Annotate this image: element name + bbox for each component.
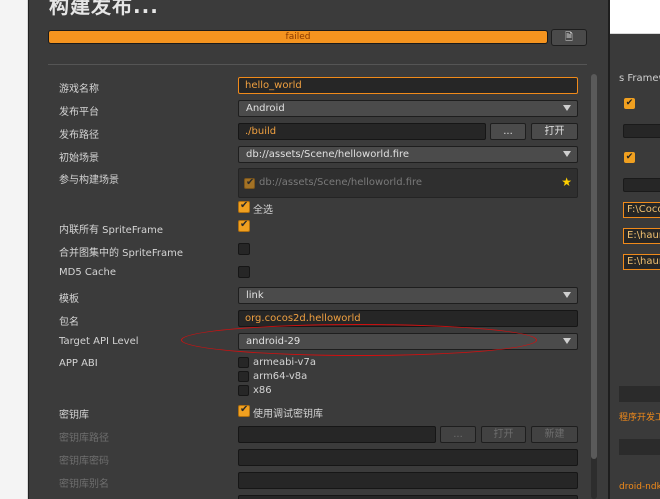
- game-name-input[interactable]: hello_world: [238, 77, 578, 94]
- divider: [48, 64, 587, 65]
- background-field-2[interactable]: [623, 178, 660, 192]
- start-scene-value: db://assets/Scene/helloworld.fire: [246, 149, 410, 160]
- chevron-down-icon: [563, 338, 571, 344]
- document-icon: 🗎: [564, 32, 574, 43]
- keystore-path-input[interactable]: [238, 426, 436, 443]
- chevron-down-icon: [563, 292, 571, 298]
- background-path-2[interactable]: E:\haur: [623, 228, 660, 244]
- keystore-new-button[interactable]: 新建: [531, 426, 578, 443]
- md5-cache-label: MD5 Cache: [59, 267, 116, 278]
- target-api-label: Target API Level: [59, 336, 139, 347]
- abi-x86-label: x86: [253, 385, 272, 396]
- merge-spriteframes-checkbox[interactable]: [238, 243, 250, 255]
- build-progress-bar: failed: [48, 30, 548, 44]
- package-name-label: 包名: [59, 317, 79, 328]
- abi-armeabi-v7a-label: armeabi-v7a: [253, 357, 316, 368]
- scene-item: db://assets/Scene/helloworld.fire: [259, 177, 423, 188]
- build-path-label: 发布路径: [59, 130, 99, 141]
- keystore-password-label: 密钥库密码: [59, 456, 109, 467]
- build-path-input[interactable]: ./build: [238, 123, 486, 140]
- platform-value: Android: [246, 103, 285, 114]
- annotation-ellipse: [181, 324, 537, 356]
- included-scenes-label: 参与构建场景: [59, 175, 119, 186]
- keystore-open-button[interactable]: 打开: [481, 426, 526, 443]
- abi-arm64-v8a-checkbox[interactable]: [238, 371, 249, 382]
- select-all-label: 全选: [253, 205, 273, 216]
- inline-spriteframes-label: 内联所有 SpriteFrame: [59, 225, 163, 236]
- background-ndk-text: droid-ndk-r10: [619, 482, 660, 492]
- abi-armeabi-v7a-checkbox[interactable]: [238, 357, 249, 368]
- keystore-alias-label: 密钥库别名: [59, 479, 109, 490]
- chevron-down-icon: [563, 151, 571, 157]
- open-path-button[interactable]: 打开: [531, 123, 578, 140]
- background-path-1[interactable]: F:\Coco: [623, 202, 660, 218]
- scene-list: db://assets/Scene/helloworld.fire ★: [238, 168, 578, 198]
- abi-x86-checkbox[interactable]: [238, 385, 249, 396]
- background-row-1: [619, 386, 660, 402]
- keystore-label: 密钥库: [59, 410, 89, 421]
- game-name-label: 游戏名称: [59, 84, 99, 95]
- template-select[interactable]: link: [238, 287, 578, 304]
- start-scene-select[interactable]: db://assets/Scene/helloworld.fire: [238, 146, 578, 163]
- next-field-input[interactable]: [238, 495, 578, 499]
- background-checkbox-2[interactable]: ✔: [624, 152, 635, 163]
- background-row-2: [619, 439, 660, 455]
- scrollbar[interactable]: [591, 74, 597, 499]
- merge-spriteframes-label: 合并图集中的 SpriteFrame: [59, 248, 183, 259]
- use-debug-keystore-label: 使用调试密钥库: [253, 409, 323, 420]
- template-label: 模板: [59, 294, 79, 305]
- chevron-down-icon: [563, 105, 571, 111]
- browse-path-button[interactable]: ...: [490, 123, 526, 140]
- background-page-edge: [0, 0, 28, 499]
- keystore-path-label: 密钥库路径: [59, 433, 109, 444]
- use-debug-keystore-checkbox[interactable]: [238, 404, 250, 417]
- keystore-password-input[interactable]: [238, 449, 578, 466]
- background-page-top: [606, 0, 660, 34]
- background-checkbox-1[interactable]: ✔: [624, 98, 635, 109]
- abi-arm64-v8a-label: arm64-v8a: [253, 371, 308, 382]
- star-icon: ★: [561, 175, 572, 189]
- background-tool-text: 程序开发工具: [619, 413, 660, 423]
- md5-cache-checkbox[interactable]: [238, 266, 250, 278]
- template-value: link: [246, 290, 264, 301]
- keystore-alias-input[interactable]: [238, 472, 578, 489]
- background-field-1[interactable]: [623, 124, 660, 138]
- keystore-browse-button[interactable]: ...: [440, 426, 476, 443]
- scene-checkbox[interactable]: [244, 177, 255, 189]
- app-abi-label: APP ABI: [59, 358, 98, 369]
- inline-spriteframes-checkbox[interactable]: [238, 219, 250, 232]
- scrollbar-thumb[interactable]: [591, 74, 597, 459]
- build-status-text: failed: [285, 32, 311, 42]
- dialog-title: 构建发布...: [49, 0, 159, 18]
- select-all-checkbox[interactable]: [238, 200, 250, 213]
- background-path-3[interactable]: E:\haur: [623, 254, 660, 270]
- platform-label: 发布平台: [59, 107, 99, 118]
- platform-select[interactable]: Android: [238, 100, 578, 117]
- view-log-button[interactable]: 🗎: [551, 29, 587, 46]
- background-window-label: s Framewo: [619, 73, 660, 84]
- build-dialog: 构建发布... failed 🗎 游戏名称 hello_world 发布平台 A…: [28, 0, 610, 499]
- start-scene-label: 初始场景: [59, 153, 99, 164]
